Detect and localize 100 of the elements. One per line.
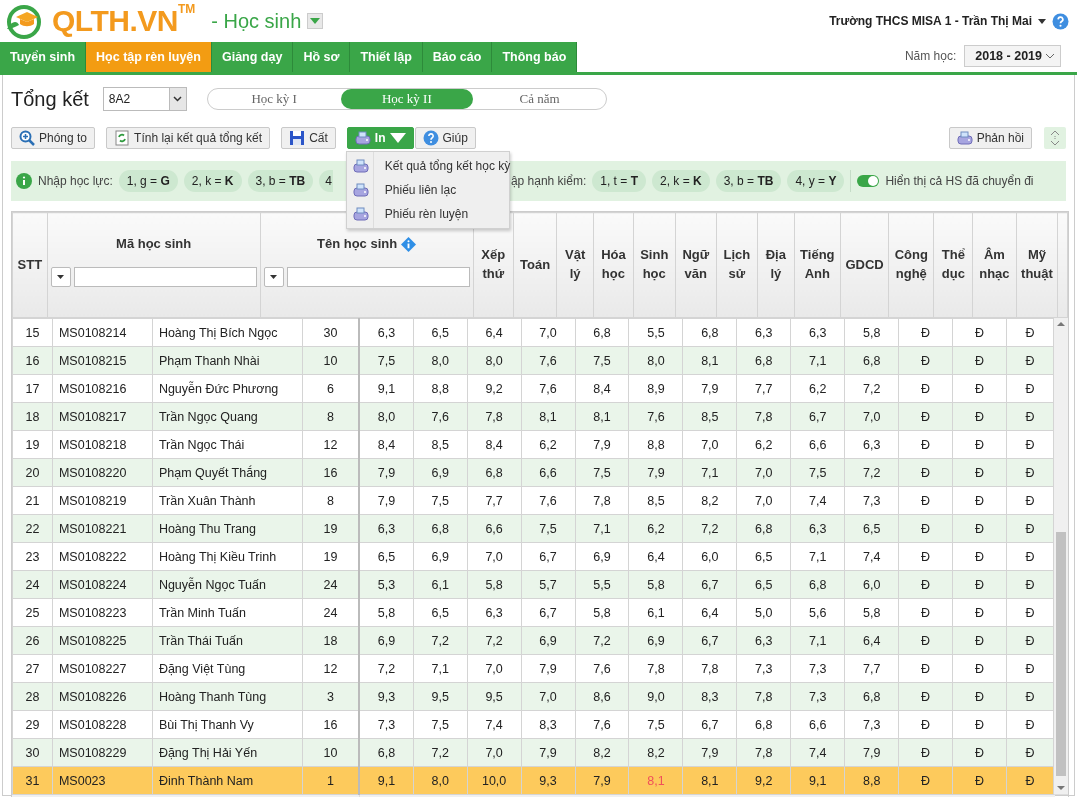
class-select[interactable]: 8A2 [102,87,187,111]
table-cell: 6,6 [790,710,845,739]
table-cell: 7,8 [628,654,683,683]
table-cell: MS0108218 [52,430,153,459]
table-cell: Đ [952,710,1007,739]
printer-icon [354,130,371,146]
table-cell: MS0023 [52,766,153,795]
module-title: - Học sinh [211,9,302,33]
page-title: Tổng kết [11,87,89,111]
table-cell: Đ [898,598,953,627]
table-cell: 17 [12,374,53,403]
menu-item[interactable]: Phiếu liên lạc [346,178,509,202]
module-dropdown[interactable] [307,13,324,29]
shortcut-chip: 1, g = G [118,170,178,192]
table-cell: 30 [12,738,53,767]
toggle-switch[interactable] [857,175,880,187]
table-cell: MS0108229 [52,738,153,767]
term-tab[interactable]: Học kỳ I [207,89,341,109]
table-cell: Đinh Thành Nam [152,766,303,795]
printer-icon [352,206,369,222]
table-cell: 7,1 [790,542,845,571]
table-cell: MS0108228 [52,710,153,739]
table-cell: 7,0 [467,542,522,571]
table-cell: 8,4 [467,430,522,459]
term-tab[interactable]: Cả năm [473,89,606,109]
table-cell: 8,8 [413,374,468,403]
table-cell: 5,8 [844,598,899,627]
table-cell: 7,3 [844,486,899,515]
table-cell: Đ [952,486,1007,515]
toolbar-button[interactable]: Giúp [414,127,476,149]
vertical-scrollbar[interactable] [1054,318,1068,794]
filter-field[interactable] [286,266,470,287]
table-cell: 6,5 [736,542,791,571]
header-label: Mã học sinh [116,235,192,253]
caret-icon [1038,18,1046,24]
table-cell: Đ [898,318,953,347]
table-cell: 8,4 [575,374,629,403]
zoom-in-icon [19,130,35,146]
table-cell: 7,9 [521,654,576,683]
table-cell: 7,5 [413,710,468,739]
toolbar-button[interactable]: Tính lại kết quả tổng kết [106,127,271,149]
table-cell: 6,3 [359,318,414,347]
table-cell: Hoàng Thị Bích Ngọc [152,318,303,347]
expand-collapse-button[interactable] [1044,127,1066,149]
table-cell: 7,2 [844,374,899,403]
table-cell: 8,9 [628,374,683,403]
table-cell: Đ [1006,710,1054,739]
table-cell: Đ [1006,542,1054,571]
table-cell: 7,9 [682,374,737,403]
column-header: Công nghệ [888,212,934,318]
table-cell: 24 [12,570,53,599]
menu-item[interactable]: Kết quả tổng kết học kỳ [346,154,509,178]
help-icon[interactable] [1052,12,1069,30]
table-cell: Trần Ngọc Thái [152,430,303,459]
table-cell: 7,6 [521,486,576,515]
year-select[interactable]: 2018 - 2019 [964,45,1061,67]
toolbar-button[interactable]: Phóng to [11,127,96,149]
filter-dropdown[interactable] [50,266,71,287]
table-cell: Đ [1006,598,1054,627]
column-header: STT [12,212,48,318]
column-header: Âm nhạc [972,212,1017,318]
caret-icon [270,274,278,279]
table-cell: 28 [12,682,53,711]
table-cell: 27 [12,654,53,683]
filter-dropdown[interactable] [263,266,284,287]
table-cell: MS0108219 [52,486,153,515]
filter-field[interactable] [73,266,257,287]
table-cell: 7,6 [575,710,629,739]
table-cell: 6,3 [467,598,522,627]
table-cell: 22 [12,514,53,543]
table-cell: 5,8 [359,598,414,627]
table-cell: Trần Thái Tuấn [152,626,303,655]
column-header: GDCD [840,212,889,318]
shortcut-chip: 3, b = TB [247,170,314,192]
toggle-label: Hiển thị cả HS đã chuyển đi [885,174,1034,188]
table-cell: 7,0 [521,318,576,347]
column-header: Tiếng Anh [794,212,841,318]
shortcut-chip: 4, y = Y [787,170,845,192]
printer-icon [352,182,369,198]
caret-icon [57,274,65,279]
table-cell: Nguyễn Ngọc Tuấn [152,570,303,599]
table-cell: Đặng Thị Hải Yến [152,738,303,767]
table-cell: 7,7 [736,374,791,403]
table-cell: 6,4 [682,598,737,627]
table-cell: 21 [12,486,53,515]
feedback-button[interactable]: Phản hồi [948,127,1032,149]
year-label: Năm học: [904,49,957,63]
table-cell: 9,1 [359,374,414,403]
table-cell: 7,7 [844,654,899,683]
toolbar-button[interactable]: Cất [281,127,336,149]
table-cell: 18 [12,402,53,431]
column-header: Mỹ thuật [1016,212,1058,318]
shortcut-chip: 1, t = T [592,170,646,192]
table-cell: Đ [1006,374,1054,403]
user-menu[interactable]: Trường THCS MISA 1 - Trần Thị Mai [829,14,1032,28]
chevron-icon [1046,53,1054,59]
table-cell: 19 [12,430,53,459]
table-cell: Bùi Thị Thanh Vy [152,710,303,739]
table-cell: Đ [898,430,953,459]
table-cell: 5,6 [790,598,845,627]
